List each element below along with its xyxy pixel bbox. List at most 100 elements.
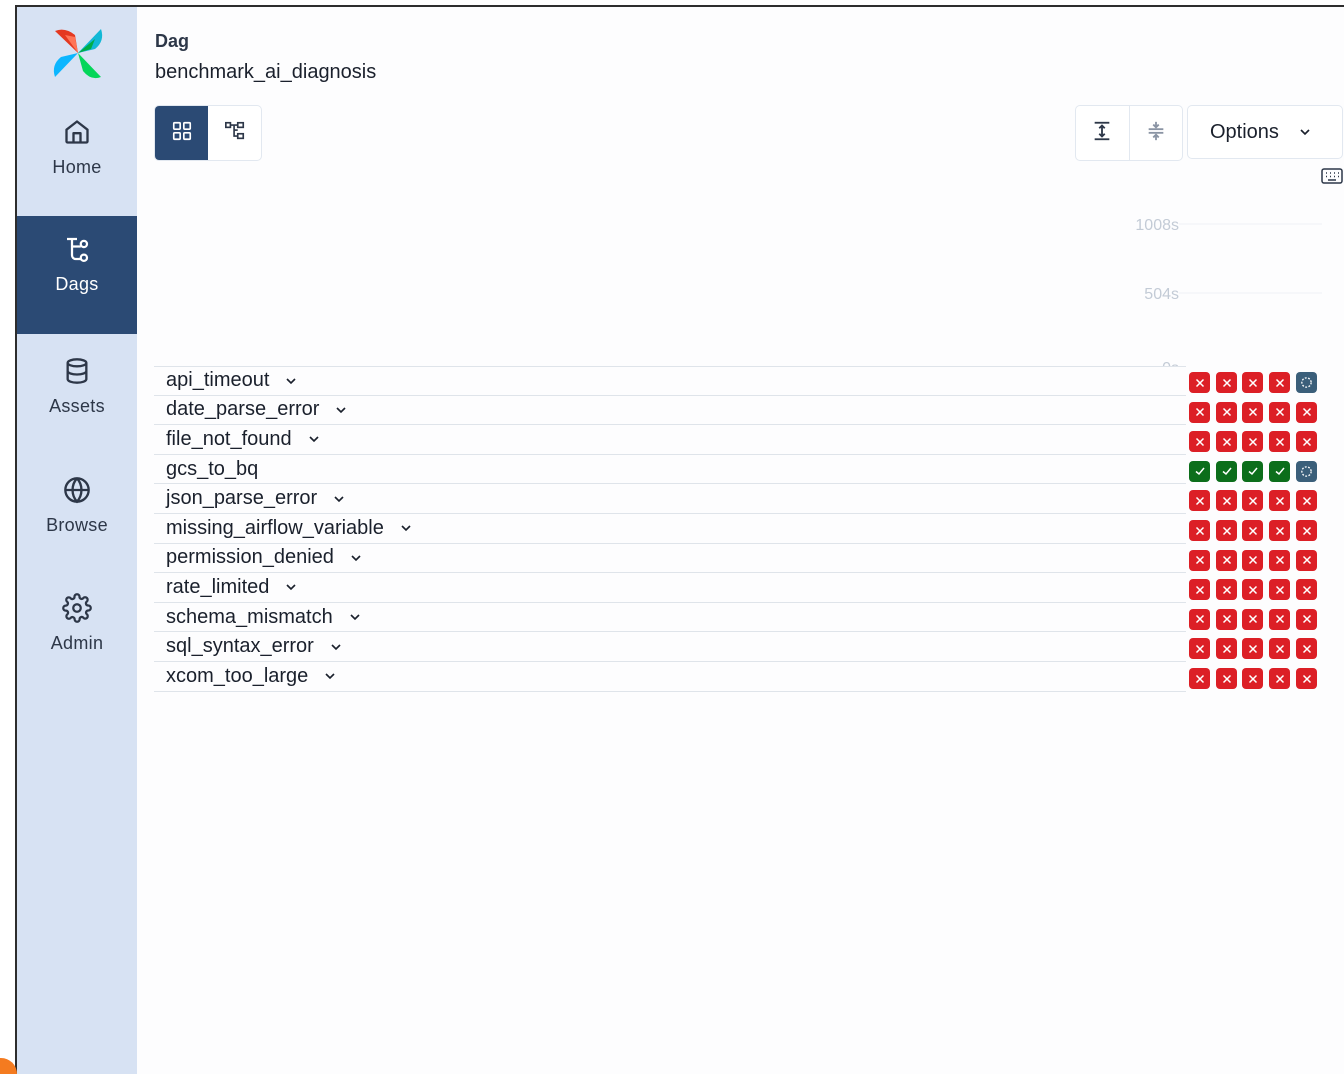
task-instance-failed[interactable] bbox=[1296, 431, 1317, 453]
task-row[interactable]: date_parse_error bbox=[154, 396, 1186, 426]
task-instance-failed[interactable] bbox=[1269, 668, 1290, 689]
task-instance-success[interactable] bbox=[1189, 460, 1210, 482]
task-row[interactable]: missing_airflow_variable bbox=[154, 514, 1186, 544]
task-name[interactable]: rate_limited bbox=[166, 576, 269, 599]
task-instance-running[interactable] bbox=[1296, 372, 1317, 393]
task-instance-failed[interactable] bbox=[1242, 549, 1263, 571]
task-row[interactable]: gcs_to_bq bbox=[154, 455, 1186, 485]
task-instance-failed[interactable] bbox=[1269, 549, 1290, 571]
task-instance-failed[interactable] bbox=[1269, 431, 1290, 453]
task-instance-failed[interactable] bbox=[1189, 549, 1210, 571]
task-row[interactable]: xcom_too_large bbox=[154, 662, 1186, 692]
task-name[interactable]: missing_airflow_variable bbox=[166, 517, 384, 540]
chevron-down-icon[interactable] bbox=[283, 579, 299, 595]
task-instance-failed[interactable] bbox=[1269, 372, 1290, 393]
task-instance-failed[interactable] bbox=[1216, 401, 1237, 423]
task-instance-failed[interactable] bbox=[1296, 638, 1317, 660]
task-instance-failed[interactable] bbox=[1269, 520, 1290, 541]
page-title[interactable]: benchmark_ai_diagnosis bbox=[155, 61, 376, 84]
task-instance-failed[interactable] bbox=[1242, 608, 1263, 630]
task-instance-failed[interactable] bbox=[1216, 638, 1237, 660]
task-row[interactable]: file_not_found bbox=[154, 425, 1186, 455]
chevron-down-icon[interactable] bbox=[322, 668, 338, 684]
options-dropdown[interactable]: Options bbox=[1187, 105, 1343, 159]
task-instance-failed[interactable] bbox=[1242, 520, 1263, 541]
task-instance-failed[interactable] bbox=[1242, 579, 1263, 601]
task-name[interactable]: schema_mismatch bbox=[166, 606, 333, 629]
task-instance-failed[interactable] bbox=[1296, 668, 1317, 689]
task-instance-failed[interactable] bbox=[1189, 431, 1210, 453]
task-instance-failed[interactable] bbox=[1269, 490, 1290, 512]
task-instance-failed[interactable] bbox=[1189, 490, 1210, 512]
task-name[interactable]: json_parse_error bbox=[166, 487, 317, 510]
sidebar-item-admin[interactable]: Admin bbox=[17, 593, 137, 683]
task-instance-failed[interactable] bbox=[1242, 401, 1263, 423]
task-instance-failed[interactable] bbox=[1216, 490, 1237, 512]
task-instance-failed[interactable] bbox=[1242, 490, 1263, 512]
task-instance-success[interactable] bbox=[1216, 460, 1237, 482]
task-instance-failed[interactable] bbox=[1269, 401, 1290, 423]
task-name[interactable]: gcs_to_bq bbox=[166, 458, 258, 481]
task-instance-failed[interactable] bbox=[1216, 608, 1237, 630]
chevron-down-icon[interactable] bbox=[328, 639, 344, 655]
task-instance-failed[interactable] bbox=[1296, 490, 1317, 512]
task-instance-failed[interactable] bbox=[1242, 431, 1263, 453]
task-instance-failed[interactable] bbox=[1189, 668, 1210, 689]
chevron-down-icon[interactable] bbox=[306, 431, 322, 447]
task-instance-failed[interactable] bbox=[1296, 579, 1317, 601]
task-instance-failed[interactable] bbox=[1269, 638, 1290, 660]
task-instance-failed[interactable] bbox=[1189, 608, 1210, 630]
task-row[interactable]: json_parse_error bbox=[154, 484, 1186, 514]
task-row[interactable]: sql_syntax_error bbox=[154, 632, 1186, 662]
task-instance-failed[interactable] bbox=[1242, 638, 1263, 660]
chevron-down-icon[interactable] bbox=[398, 520, 414, 536]
task-instance-failed[interactable] bbox=[1216, 579, 1237, 601]
task-row[interactable]: api_timeout bbox=[154, 366, 1186, 396]
task-instance-failed[interactable] bbox=[1242, 668, 1263, 689]
task-instance-failed[interactable] bbox=[1189, 520, 1210, 541]
sidebar-item-assets[interactable]: Assets bbox=[17, 356, 137, 446]
chevron-down-icon[interactable] bbox=[283, 373, 299, 389]
task-instance-failed[interactable] bbox=[1296, 401, 1317, 423]
task-instance-failed[interactable] bbox=[1242, 372, 1263, 393]
task-name[interactable]: file_not_found bbox=[166, 428, 292, 451]
collapse-rows-button[interactable] bbox=[1128, 106, 1183, 160]
task-instance-failed[interactable] bbox=[1216, 668, 1237, 689]
task-instance-failed[interactable] bbox=[1269, 608, 1290, 630]
task-instance-failed[interactable] bbox=[1189, 579, 1210, 601]
task-name[interactable]: date_parse_error bbox=[166, 398, 319, 421]
task-instance-success[interactable] bbox=[1269, 460, 1290, 482]
task-name[interactable]: permission_denied bbox=[166, 546, 334, 569]
chevron-down-icon[interactable] bbox=[333, 402, 349, 418]
task-name[interactable]: api_timeout bbox=[166, 369, 269, 392]
sidebar-item-dags[interactable]: Dags bbox=[17, 216, 137, 334]
sidebar-item-home[interactable]: Home bbox=[17, 117, 137, 207]
keyboard-shortcuts-icon[interactable] bbox=[1321, 167, 1343, 185]
task-instance-failed[interactable] bbox=[1216, 549, 1237, 571]
expand-rows-button[interactable] bbox=[1076, 106, 1129, 160]
task-instance-failed[interactable] bbox=[1296, 608, 1317, 630]
task-instance-failed[interactable] bbox=[1296, 549, 1317, 571]
task-instance-success[interactable] bbox=[1242, 460, 1263, 482]
task-instance-failed[interactable] bbox=[1189, 372, 1210, 393]
task-instance-failed[interactable] bbox=[1189, 638, 1210, 660]
chevron-down-icon[interactable] bbox=[347, 609, 363, 625]
task-instance-failed[interactable] bbox=[1269, 579, 1290, 601]
task-instance-failed[interactable] bbox=[1216, 520, 1237, 541]
task-row[interactable]: rate_limited bbox=[154, 573, 1186, 603]
task-row[interactable]: permission_denied bbox=[154, 544, 1186, 574]
grid-view-button[interactable] bbox=[155, 106, 208, 160]
graph-view-button[interactable] bbox=[208, 106, 261, 160]
task-instance-failed[interactable] bbox=[1296, 520, 1317, 541]
task-instance-failed[interactable] bbox=[1216, 372, 1237, 393]
chevron-down-icon[interactable] bbox=[331, 491, 347, 507]
chevron-down-icon[interactable] bbox=[348, 550, 364, 566]
task-instance-running[interactable] bbox=[1296, 460, 1317, 482]
task-name[interactable]: xcom_too_large bbox=[166, 665, 308, 688]
task-instance-failed[interactable] bbox=[1216, 431, 1237, 453]
airflow-logo[interactable] bbox=[51, 25, 105, 81]
sidebar-item-browse[interactable]: Browse bbox=[17, 475, 137, 565]
task-row[interactable]: schema_mismatch bbox=[154, 603, 1186, 633]
task-name[interactable]: sql_syntax_error bbox=[166, 635, 314, 658]
task-instance-failed[interactable] bbox=[1189, 401, 1210, 423]
